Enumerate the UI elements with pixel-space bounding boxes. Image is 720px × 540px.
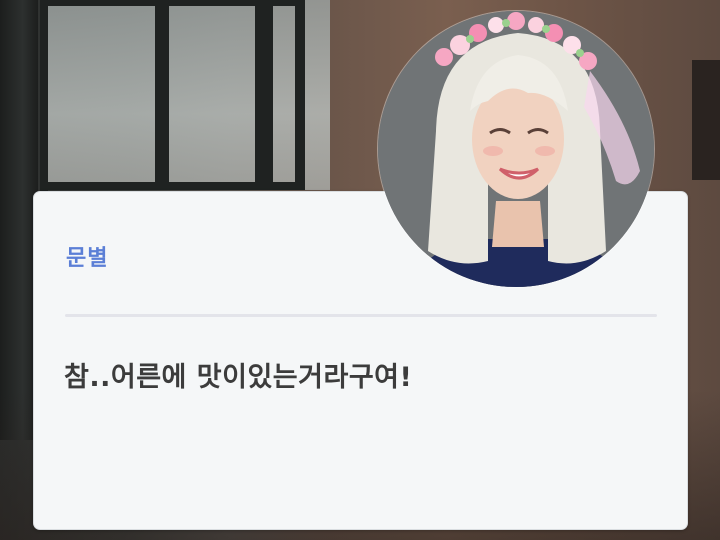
window-frame-far [295, 0, 305, 190]
window-frame-right [255, 0, 273, 190]
background-wall-panel [692, 60, 720, 180]
dialog-message: 참..어른에 맛이있는거라구여! [64, 362, 413, 393]
speaker-avatar [378, 11, 654, 287]
portrait-icon [378, 11, 654, 287]
dialog-divider [65, 314, 657, 317]
window-frame-mid [155, 0, 169, 190]
window-frame-bottom [40, 182, 300, 190]
window-frame-top [40, 0, 300, 6]
background-window [40, 0, 330, 190]
speaker-name: 문별 [66, 246, 109, 271]
